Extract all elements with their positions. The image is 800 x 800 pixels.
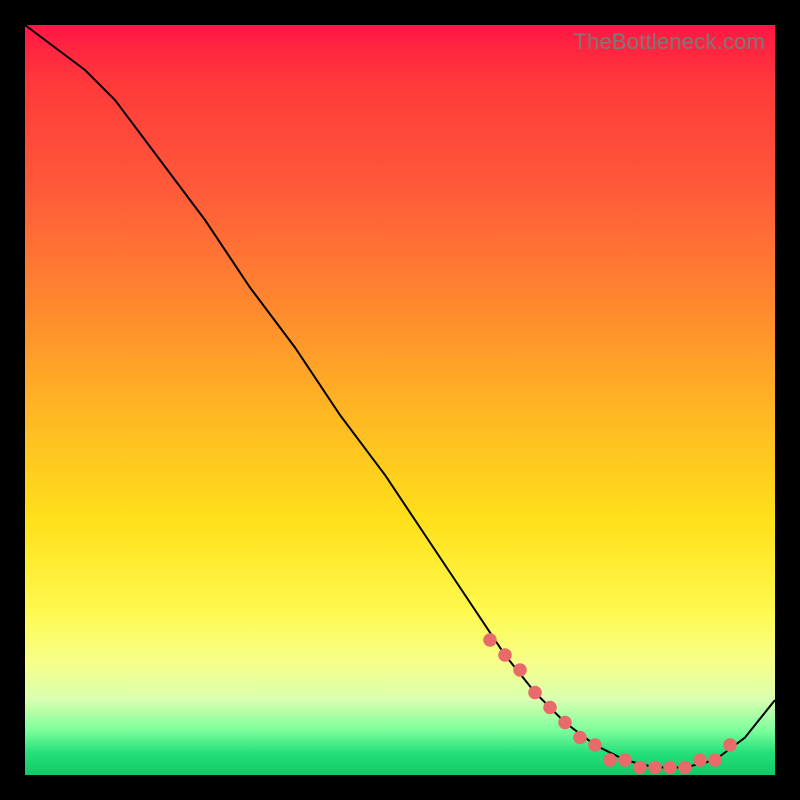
chart-svg <box>25 25 775 775</box>
dot <box>603 753 617 767</box>
dot <box>663 761 677 775</box>
dot <box>573 731 587 745</box>
plot-area: TheBottleneck.com <box>25 25 775 775</box>
chart-frame: TheBottleneck.com <box>0 0 800 800</box>
dot <box>693 753 707 767</box>
dot <box>528 686 542 700</box>
dot <box>618 753 632 767</box>
dot <box>648 761 662 775</box>
dot <box>633 761 647 775</box>
dot <box>513 663 527 677</box>
dot <box>588 738 602 752</box>
dot <box>483 633 496 647</box>
dot <box>678 761 692 775</box>
dot <box>558 716 572 730</box>
dot <box>723 738 737 752</box>
dot <box>543 701 557 715</box>
main-curve <box>25 25 775 768</box>
dot <box>498 648 512 662</box>
dot <box>708 753 722 767</box>
